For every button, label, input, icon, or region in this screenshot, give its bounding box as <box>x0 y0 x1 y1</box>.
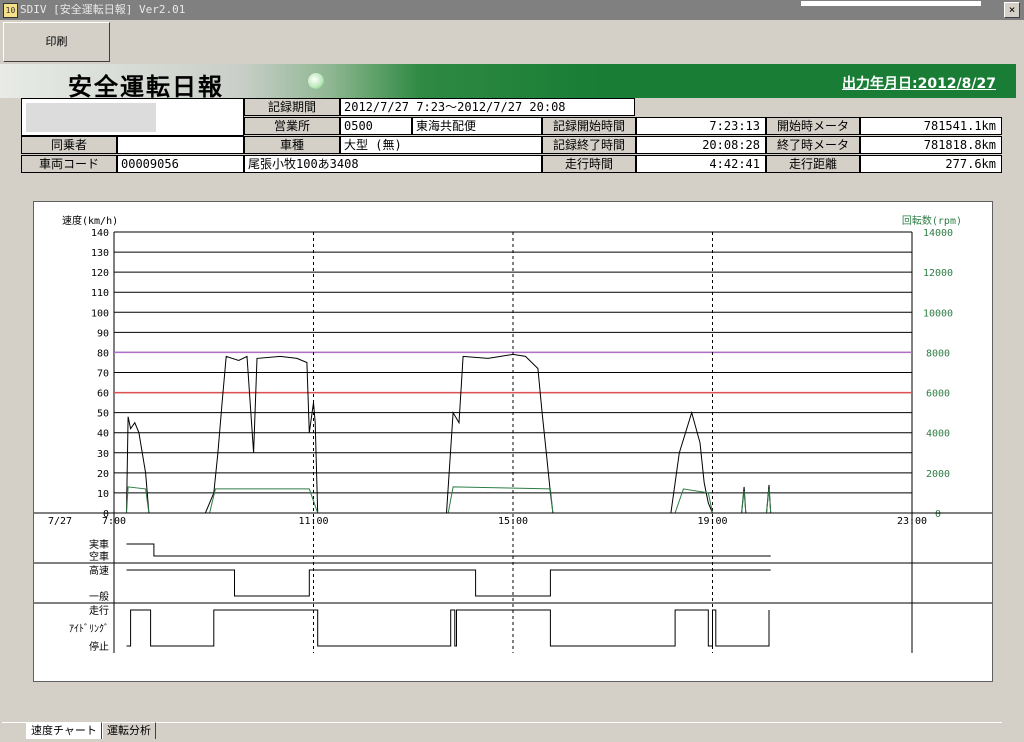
vehicle-code-value: 00009056 <box>117 155 244 173</box>
record-period-value: 2012/7/27 7:23～2012/7/27 20:08 <box>340 98 635 116</box>
y-tick-label: 10 <box>97 489 109 500</box>
y-tick-label: 60 <box>97 389 109 400</box>
y2-tick-label: 12000 <box>923 268 953 279</box>
office-name: 東海共配便 <box>412 117 542 135</box>
x-tick-label: 11:00 <box>298 516 328 527</box>
status-label: 停止 <box>89 640 109 653</box>
logo-placeholder <box>26 103 156 132</box>
drive-time-label: 走行時間 <box>542 155 636 173</box>
office-code: 0500 <box>340 117 412 135</box>
meter-start-label: 開始時メータ <box>766 117 860 135</box>
y2-tick-label: 14000 <box>923 228 953 239</box>
close-button[interactable]: × <box>1004 2 1020 18</box>
companion-label: 同乗者 <box>21 136 117 154</box>
y-tick-label: 90 <box>97 328 109 339</box>
y-axis-label: 速度(km/h) <box>62 214 118 227</box>
y-tick-label: 30 <box>97 449 109 460</box>
window-title: SDIV [安全運転日報] Ver2.01 <box>20 3 186 16</box>
vehicle-code-label: 車両コード <box>21 155 117 173</box>
app-icon: 10 <box>3 3 18 18</box>
distance-value: 277.6km <box>860 155 1002 173</box>
x-tick-label: 19:00 <box>697 516 727 527</box>
companion-value <box>117 136 244 154</box>
report-title: 安全運転日報 <box>68 73 224 101</box>
meter-end-label: 終了時メータ <box>766 136 860 154</box>
record-end-label: 記録終了時間 <box>542 136 636 154</box>
record-end-value: 20:08:28 <box>636 136 766 154</box>
banner-orb-icon <box>308 73 324 89</box>
status-step-line <box>126 609 770 647</box>
status-label: 高速 <box>89 564 109 577</box>
y-tick-label: 130 <box>91 248 109 259</box>
tab-driving-analysis[interactable]: 運転分析 <box>102 722 156 739</box>
y-tick-label: 100 <box>91 308 109 319</box>
meter-end-value: 781818.8km <box>860 136 1002 154</box>
status-label: 走行 <box>89 604 109 617</box>
y-tick-label: 20 <box>97 469 109 480</box>
y2-tick-label: 2000 <box>926 469 950 480</box>
y2-tick-label: 0 <box>935 509 941 520</box>
status-label: 実車 <box>89 538 109 551</box>
y-tick-label: 120 <box>91 268 109 279</box>
print-button[interactable]: 印刷 <box>3 22 110 62</box>
status-label: 空車 <box>89 550 109 563</box>
tab-speed-chart[interactable]: 速度チャート <box>26 722 102 739</box>
office-label: 営業所 <box>244 117 340 135</box>
record-start-value: 7:23:13 <box>636 117 766 135</box>
window-titlebar: 10 SDIV [安全運転日報] Ver2.01 × <box>0 0 1024 20</box>
y2-axis-label: 回転数(rpm) <box>902 214 962 227</box>
output-date: 出力年月日:2012/8/27 <box>841 76 996 92</box>
speed-chart-panel: 0 10 20 30 40 50 60 70 80 90 100 110 120 130 140 0 2000 4… <box>33 201 993 682</box>
status-step-line <box>126 543 771 557</box>
speed-chart: 0102030405060708090100110120130140020004… <box>34 214 992 653</box>
record-start-label: 記録開始時間 <box>542 117 636 135</box>
y-tick-label: 80 <box>97 348 109 359</box>
distance-label: 走行距離 <box>766 155 860 173</box>
y2-tick-label: 10000 <box>923 308 953 319</box>
x-date-label: 7/27 <box>48 516 72 527</box>
y2-tick-label: 8000 <box>926 348 950 359</box>
y-tick-label: 110 <box>91 288 109 299</box>
report-banner: 安全運転日報 出力年月日:2012/8/27 <box>0 64 1016 101</box>
drive-time-value: 4:42:41 <box>636 155 766 173</box>
vehicle-type-value: 大型 (無) <box>340 136 542 154</box>
status-label: 一般 <box>89 590 109 603</box>
plate-number: 尾張小牧100あ3408 <box>244 155 542 173</box>
title-input-box <box>800 0 982 7</box>
y-tick-label: 140 <box>91 228 109 239</box>
y-tick-label: 50 <box>97 409 109 420</box>
status-step-line <box>126 569 771 597</box>
status-label: ｱｲﾄﾞﾘﾝｸﾞ <box>69 623 109 635</box>
y2-tick-label: 6000 <box>926 389 950 400</box>
logo-cell <box>21 98 244 136</box>
vehicle-type-label: 車種 <box>244 136 340 154</box>
y-tick-label: 70 <box>97 369 109 380</box>
record-period-label: 記録期間 <box>244 98 340 116</box>
y-tick-label: 40 <box>97 429 109 440</box>
y2-tick-label: 4000 <box>926 429 950 440</box>
x-tick-label: 15:00 <box>498 516 528 527</box>
meter-start-value: 781541.1km <box>860 117 1002 135</box>
